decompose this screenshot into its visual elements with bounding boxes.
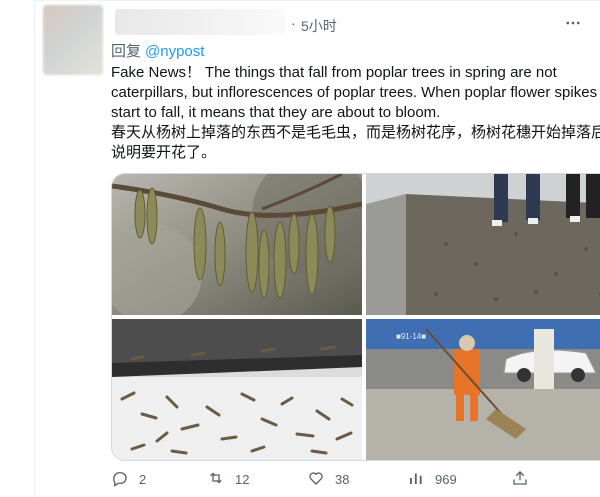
author-name-redacted	[115, 9, 285, 35]
view-count: 969	[435, 472, 457, 487]
retweet-icon	[207, 469, 225, 490]
reply-button[interactable]: 2	[111, 469, 146, 490]
tweet-card[interactable]: · 5小时 回复 @nypost Fake News！ The things th…	[34, 0, 600, 497]
banner-text: ■91-14■	[396, 332, 426, 341]
time-separator: ·	[291, 15, 296, 31]
reply-count: 2	[139, 472, 147, 487]
media-grid: ■91-14■	[111, 173, 600, 461]
share-button[interactable]	[511, 469, 529, 490]
reply-icon	[111, 469, 129, 490]
retweet-button[interactable]: 12	[207, 469, 249, 490]
tweet-actions: 2 12 38 969	[111, 469, 600, 491]
media-image-car-hood[interactable]	[112, 319, 362, 460]
views-button[interactable]: 969	[407, 469, 457, 490]
avatar[interactable]	[43, 5, 103, 75]
tweet-text: Fake News！ The things that fall from pop…	[111, 64, 600, 161]
share-icon	[511, 469, 529, 490]
media-image-catkins-branch[interactable]	[112, 174, 362, 315]
more-icon[interactable]	[561, 11, 585, 35]
like-count: 38	[335, 472, 350, 487]
heart-icon	[307, 469, 325, 490]
tweet-timestamp[interactable]: 5小时	[301, 16, 337, 36]
reply-handle-link[interactable]: @nypost	[145, 43, 204, 60]
media-image-sidewalk[interactable]	[366, 174, 600, 315]
reply-context: 回复 @nypost	[111, 40, 204, 61]
views-icon	[407, 469, 425, 490]
reply-prefix: 回复	[111, 43, 142, 60]
media-image-street-sweeper[interactable]: ■91-14■	[366, 319, 600, 460]
retweet-count: 12	[235, 472, 250, 487]
like-button[interactable]: 38	[307, 469, 349, 490]
